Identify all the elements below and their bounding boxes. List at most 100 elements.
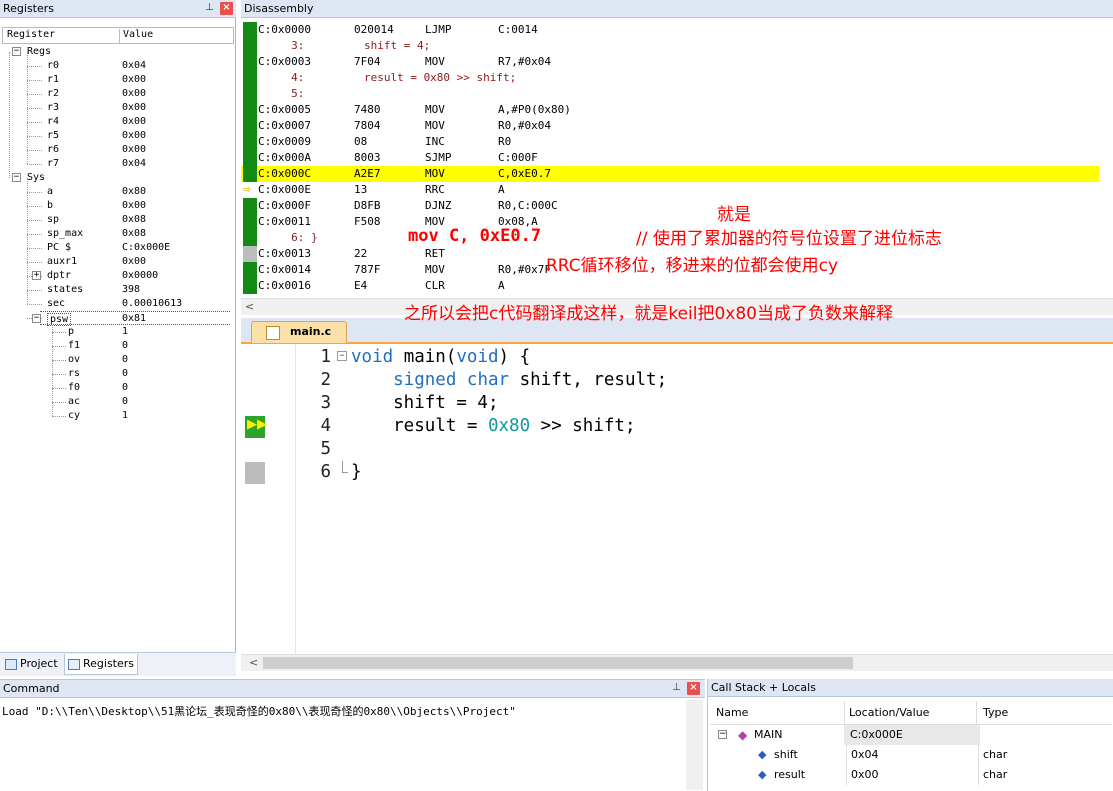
registers-titlebar: Registers ⊥ × (0, 0, 236, 18)
col-location[interactable]: Location/Value (844, 701, 929, 725)
code-line[interactable]: 3 shift = 4; (241, 392, 1111, 415)
register-name: r4 (47, 116, 60, 127)
register-row[interactable]: rs 0 (0, 367, 234, 381)
asm-mnemonic: RRC (425, 183, 445, 196)
code-line[interactable]: 4 result = 0x80 >> shift; (241, 415, 1111, 438)
register-row[interactable]: r2 0x00 (0, 87, 234, 101)
callstack-row[interactable]: ◆ shift 0x04 char (712, 745, 1112, 765)
close-icon[interactable]: × (687, 682, 700, 695)
expand-icon[interactable]: + (32, 271, 41, 280)
coverage-marker (243, 278, 257, 294)
coverage-marker (243, 246, 257, 262)
command-vscrollbar[interactable] (686, 700, 703, 790)
register-value: 0x00 (122, 130, 147, 141)
register-group[interactable]: − Sys (0, 171, 234, 185)
code-text: result = 0x80 >> shift; (351, 415, 635, 438)
code-editor[interactable]: ▶▶ 1− void main(void) {2 signed char shif… (241, 344, 1113, 654)
register-row[interactable]: sp_max 0x08 (0, 227, 234, 241)
collapse-icon[interactable]: − (718, 730, 727, 739)
pin-icon[interactable]: ⊥ (203, 2, 216, 15)
register-row[interactable]: + dptr 0x0000 (0, 269, 234, 283)
scroll-left-icon[interactable]: < (245, 300, 254, 313)
asm-mnemonic: RET (425, 247, 445, 260)
line-number: 2 (320, 370, 331, 390)
register-row[interactable]: f0 0 (0, 381, 234, 395)
col-name[interactable]: Name (716, 706, 748, 719)
coverage-marker (243, 198, 257, 214)
code-line[interactable]: 2 signed char shift, result; (241, 369, 1111, 392)
register-row[interactable]: r5 0x00 (0, 129, 234, 143)
register-row[interactable]: p1 (0, 325, 234, 339)
register-row[interactable]: r4 0x00 (0, 115, 234, 129)
asm-mnemonic: SJMP (425, 151, 452, 164)
register-row[interactable]: f1 0 (0, 339, 234, 353)
col-value[interactable]: Value (119, 29, 153, 43)
asm-line[interactable]: C:0x0005 7480 MOV A,#P0(0x80) (241, 102, 1099, 118)
fold-icon[interactable]: − (337, 351, 347, 361)
register-row[interactable]: r7 0x04 (0, 157, 234, 171)
coverage-marker (243, 86, 257, 102)
close-icon[interactable]: × (220, 2, 233, 15)
source-line[interactable]: 3: shift = 4; (241, 38, 1099, 54)
collapse-icon[interactable]: − (12, 47, 21, 56)
register-row[interactable]: PC $ C:0x000E (0, 241, 234, 255)
register-group[interactable]: − Regs (0, 45, 234, 59)
tab-project[interactable]: Project (2, 654, 62, 675)
register-row[interactable]: states 398 (0, 283, 234, 297)
register-row[interactable]: r3 0x00 (0, 101, 234, 115)
code-line[interactable]: 6} (241, 461, 1111, 484)
register-row[interactable]: ov 0 (0, 353, 234, 367)
asm-opcode: F508 (354, 215, 381, 228)
asm-line[interactable]: C:0x000A 8003 SJMP C:000F (241, 150, 1099, 166)
register-row[interactable]: r6 0x00 (0, 143, 234, 157)
register-row[interactable]: − psw 0x81 (32, 311, 230, 326)
callstack-panel: Call Stack + Locals Name Location/Value … (707, 679, 1113, 791)
source-line[interactable]: 5: (241, 86, 1099, 102)
col-type[interactable]: Type (976, 701, 1008, 725)
pin-icon[interactable]: ⊥ (670, 682, 683, 695)
asm-address: C:0x0013 (258, 247, 311, 260)
collapse-icon[interactable]: − (32, 314, 41, 323)
callstack-name: MAIN (754, 728, 783, 741)
register-name: states (47, 284, 84, 295)
register-name: p (68, 326, 75, 337)
code-line[interactable]: 1− void main(void) { (241, 346, 1111, 369)
asm-address: C:0x000A (258, 151, 311, 164)
tab-registers[interactable]: Registers (64, 654, 138, 675)
callstack-value: 0x04 (846, 745, 879, 765)
collapse-icon[interactable]: − (12, 173, 21, 182)
asm-line[interactable]: C:0x000C A2E7 MOV C,0xE0.7 (241, 166, 1099, 182)
register-row[interactable]: r0 0x04 (0, 59, 234, 73)
register-row[interactable]: ac 0 (0, 395, 234, 409)
register-row[interactable]: sp 0x08 (0, 213, 234, 227)
asm-line[interactable]: C:0x0000 020014 LJMP C:0014 (241, 22, 1099, 38)
asm-line[interactable]: ⇨ C:0x000E 13 RRC A (241, 182, 1099, 198)
asm-line[interactable]: C:0x0003 7F04 MOV R7,#0x04 (241, 54, 1099, 70)
code-text: void main(void) { (351, 346, 530, 369)
scroll-thumb[interactable] (263, 657, 853, 669)
col-register[interactable]: Register (7, 29, 55, 40)
callstack-row[interactable]: ◆ result 0x00 char (712, 765, 1112, 785)
register-row[interactable]: auxr1 0x00 (0, 255, 234, 269)
asm-line[interactable]: C:0x000F D8FB DJNZ R0,C:000C (241, 198, 1099, 214)
asm-line[interactable]: C:0x0009 08 INC R0 (241, 134, 1099, 150)
tab-project-label: Project (20, 657, 58, 670)
register-row[interactable]: sec 0.00010613 (0, 297, 234, 311)
register-value: 0 (122, 340, 129, 351)
annotation-text: 之所以会把c代码翻译成这样，就是keil把0x80当成了负数来解释 (404, 304, 893, 324)
asm-line[interactable]: C:0x0016 E4 CLR A (241, 278, 1099, 294)
source-line[interactable]: 4: result = 0x80 >> shift; (241, 70, 1099, 86)
register-value: 0x81 (122, 313, 147, 324)
tab-main-c[interactable]: main.c (251, 321, 347, 343)
register-row[interactable]: b 0x00 (0, 199, 234, 213)
code-text: } (351, 461, 362, 484)
code-line[interactable]: 5 (241, 438, 1111, 461)
asm-line[interactable]: C:0x0007 7804 MOV R0,#0x04 (241, 118, 1099, 134)
code-keyword: signed (393, 370, 457, 390)
register-row[interactable]: r1 0x00 (0, 73, 234, 87)
callstack-row[interactable]: − ◆ MAIN C:0x000E (712, 725, 1112, 745)
register-row[interactable]: cy 1 (0, 409, 234, 423)
register-row[interactable]: a 0x80 (0, 185, 234, 199)
editor-hscrollbar[interactable]: < (241, 654, 1113, 671)
scroll-left-icon[interactable]: < (249, 656, 258, 669)
